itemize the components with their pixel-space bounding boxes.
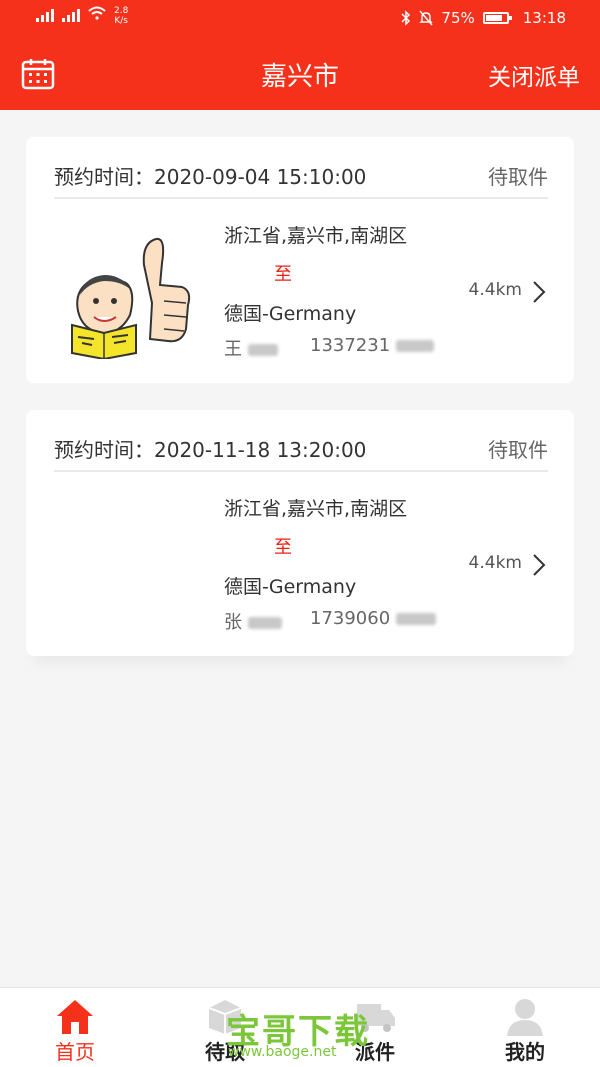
redacted-text — [395, 613, 436, 625]
user-icon — [507, 999, 543, 1036]
bluetooth-icon — [401, 10, 411, 26]
wifi-icon — [88, 6, 106, 20]
route-to-mark: 至 — [274, 537, 292, 558]
contact-name-text: 张 — [224, 612, 242, 633]
signal-icon — [36, 6, 54, 22]
tab-label: 我的 — [505, 1040, 545, 1064]
signal-icon-2 — [62, 6, 80, 22]
status-bar: 2.8 K/s 75% 13:18 — [0, 0, 600, 36]
distance: 4.4km — [468, 280, 522, 300]
destination-address: 德国-Germany — [224, 576, 357, 598]
contact-phone-text: 1337231 — [310, 335, 391, 356]
contact-name: 张 — [224, 608, 282, 634]
top-app-bar: 2.8 K/s 75% 13:18 嘉兴市 关闭派单 — [0, 0, 600, 110]
order-status: 待取件 — [488, 438, 548, 462]
battery-percent: 75% — [441, 9, 475, 27]
order-card[interactable]: 预约时间：2020-09-04 15:10:00 待取件 浙江省,嘉兴市,南湖区… — [26, 137, 574, 383]
order-card-header: 预约时间：2020-11-18 13:20:00 待取件 — [54, 410, 548, 472]
redacted-text — [247, 344, 278, 356]
contact-phone: 1739060 — [310, 608, 436, 629]
route-to-mark: 至 — [274, 264, 292, 285]
tab-profile[interactable]: 我的 — [450, 988, 600, 1067]
contact-name: 王 — [224, 335, 278, 361]
status-right: 75% 13:18 — [401, 9, 566, 27]
origin-address: 浙江省,嘉兴市,南湖区 — [224, 225, 408, 247]
clock: 13:18 — [522, 9, 566, 27]
order-card[interactable]: 预约时间：2020-11-18 13:20:00 待取件 浙江省,嘉兴市,南湖区… — [26, 410, 574, 656]
distance: 4.4km — [468, 553, 522, 573]
battery-icon — [482, 12, 512, 24]
chevron-right-icon[interactable] — [532, 280, 546, 304]
appointment-time: 预约时间：2020-11-18 13:20:00 — [54, 438, 367, 462]
appointment-time: 预约时间：2020-09-04 15:10:00 — [54, 165, 367, 189]
tab-home[interactable]: 首页 — [0, 988, 150, 1067]
contact-name-text: 王 — [224, 339, 242, 360]
status-left: 2.8 K/s — [36, 6, 128, 26]
order-card-header: 预约时间：2020-09-04 15:10:00 待取件 — [54, 137, 548, 199]
contact-phone: 1337231 — [310, 335, 434, 356]
chevron-right-icon[interactable] — [532, 553, 546, 577]
watermark: 宝哥下载 www.baoge.net — [220, 1004, 390, 1064]
tab-label: 首页 — [55, 1040, 95, 1064]
redacted-text — [395, 340, 434, 352]
redacted-text — [247, 617, 282, 629]
contact-phone-text: 1739060 — [310, 608, 391, 629]
watermark-url: www.baoge.net — [228, 1044, 337, 1060]
thumbs-up-cartoon-image — [71, 237, 191, 359]
network-speed: 2.8 K/s — [114, 6, 129, 26]
home-icon — [57, 1000, 93, 1034]
order-status: 待取件 — [488, 165, 548, 189]
destination-address: 德国-Germany — [224, 303, 357, 325]
close-dispatch-button[interactable]: 关闭派单 — [488, 58, 580, 92]
origin-address: 浙江省,嘉兴市,南湖区 — [224, 498, 408, 520]
mute-bell-icon — [419, 10, 434, 26]
